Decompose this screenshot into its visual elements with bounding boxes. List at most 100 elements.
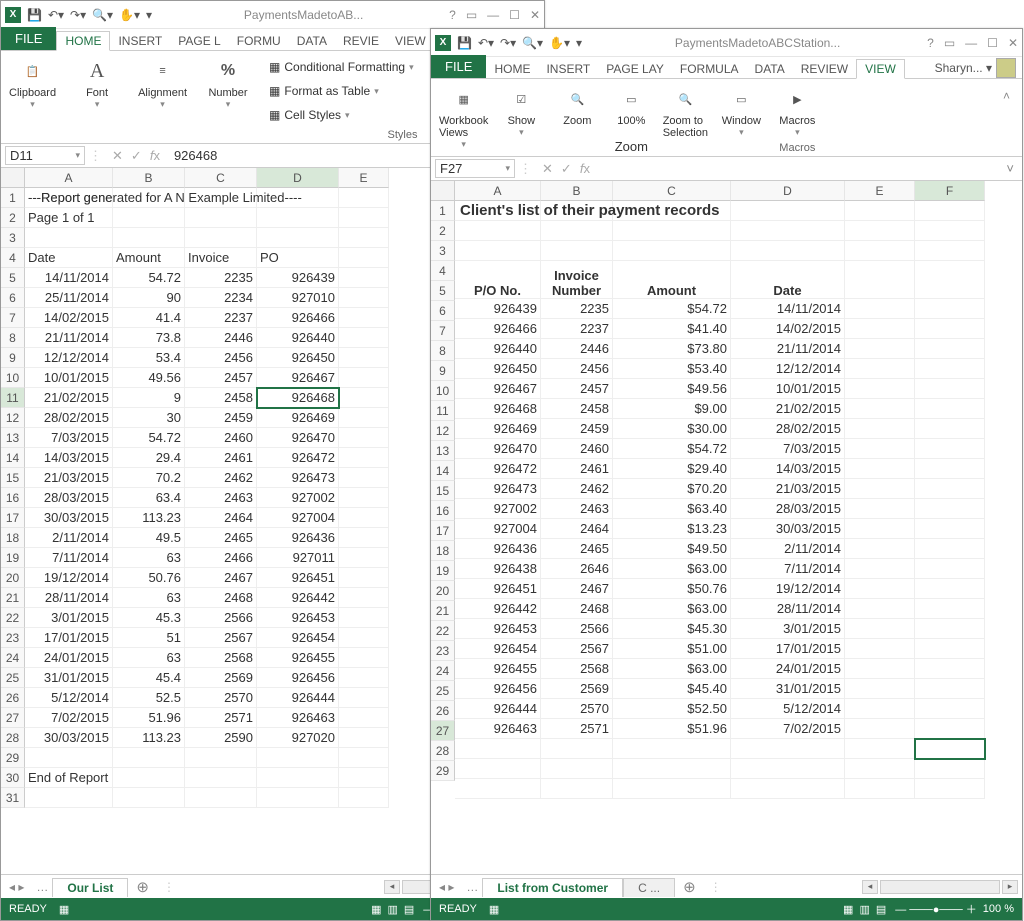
cell[interactable]: 52.5	[113, 688, 185, 708]
cell[interactable]: $30.00	[613, 419, 731, 439]
cell[interactable]: $51.96	[613, 719, 731, 739]
row-header[interactable]: 13	[1, 428, 25, 448]
cell[interactable]: 926469	[455, 419, 541, 439]
cell[interactable]: 2237	[185, 308, 257, 328]
cell[interactable]	[613, 241, 731, 261]
row-header[interactable]: 23	[431, 641, 455, 661]
cell[interactable]	[845, 699, 915, 719]
tab-data[interactable]: DATA	[747, 60, 793, 78]
cell[interactable]	[339, 528, 389, 548]
cell[interactable]	[845, 319, 915, 339]
cell[interactable]: 2457	[185, 368, 257, 388]
cell[interactable]: 28/02/2015	[25, 408, 113, 428]
cell[interactable]: Invoice	[185, 248, 257, 268]
cell[interactable]	[339, 408, 389, 428]
cell[interactable]	[541, 739, 613, 759]
cell[interactable]: $54.72	[613, 439, 731, 459]
cell[interactable]: 2464	[185, 508, 257, 528]
cell[interactable]	[257, 208, 339, 228]
zoom-100-button[interactable]: ▭100%	[608, 85, 654, 139]
cell[interactable]	[339, 348, 389, 368]
enter-formula-icon[interactable]: ✓	[561, 161, 572, 177]
macro-rec-icon[interactable]: ▦	[59, 903, 69, 916]
col-header[interactable]: B	[541, 181, 613, 201]
save-icon[interactable]: 💾	[27, 8, 42, 22]
cell[interactable]	[845, 459, 915, 479]
maximize-icon[interactable]: ☐	[987, 36, 998, 50]
cell[interactable]: 5/12/2014	[731, 699, 845, 719]
cell[interactable]	[455, 201, 541, 221]
cell[interactable]	[915, 599, 985, 619]
row-header[interactable]: 5	[1, 268, 25, 288]
cell[interactable]: 2235	[541, 299, 613, 319]
cell[interactable]: Date	[731, 261, 845, 299]
cell[interactable]: 926438	[455, 559, 541, 579]
cell[interactable]: 50.76	[113, 568, 185, 588]
row-header[interactable]: 14	[431, 461, 455, 481]
cell[interactable]	[339, 268, 389, 288]
redo-icon[interactable]: ↷▾	[70, 8, 86, 22]
cell[interactable]	[845, 519, 915, 539]
tab-view[interactable]: VIEW	[856, 59, 905, 79]
cell[interactable]: 5/12/2014	[25, 688, 113, 708]
cell[interactable]: 28/02/2015	[731, 419, 845, 439]
row-header[interactable]: 4	[1, 248, 25, 268]
cell[interactable]: 7/03/2015	[25, 428, 113, 448]
cell[interactable]: 14/02/2015	[731, 319, 845, 339]
cell[interactable]	[25, 748, 113, 768]
cell[interactable]: 51	[113, 628, 185, 648]
cell[interactable]	[915, 339, 985, 359]
cell[interactable]	[185, 188, 257, 208]
cell[interactable]	[339, 688, 389, 708]
cell[interactable]	[541, 221, 613, 241]
cell[interactable]: 2237	[541, 319, 613, 339]
view-buttons[interactable]: ▦▥▤	[840, 903, 889, 916]
cell[interactable]	[339, 768, 389, 788]
row-header[interactable]: 27	[1, 708, 25, 728]
cell[interactable]	[185, 228, 257, 248]
cell[interactable]	[339, 548, 389, 568]
cell[interactable]	[113, 768, 185, 788]
cell[interactable]	[915, 479, 985, 499]
cell[interactable]	[339, 568, 389, 588]
cell[interactable]	[845, 619, 915, 639]
cell[interactable]: 7/11/2014	[25, 548, 113, 568]
cell[interactable]: 113.23	[113, 508, 185, 528]
cell[interactable]: 2458	[185, 388, 257, 408]
cell[interactable]	[25, 228, 113, 248]
cell[interactable]: Page 1 of 1	[25, 208, 113, 228]
cell[interactable]: $13.23	[613, 519, 731, 539]
row-header[interactable]: 18	[431, 541, 455, 561]
row-header[interactable]: 21	[1, 588, 25, 608]
cell[interactable]	[541, 759, 613, 779]
minimize-icon[interactable]: —	[965, 36, 977, 50]
row-header[interactable]: 17	[431, 521, 455, 541]
col-header[interactable]: A	[25, 168, 113, 188]
cell[interactable]: 2458	[541, 399, 613, 419]
cell[interactable]: 2461	[541, 459, 613, 479]
cell[interactable]: 926450	[455, 359, 541, 379]
cell[interactable]: 927004	[257, 508, 339, 528]
row-header[interactable]: 7	[431, 321, 455, 341]
cell[interactable]: Amount	[113, 248, 185, 268]
cell[interactable]	[257, 228, 339, 248]
cell[interactable]: 926472	[455, 459, 541, 479]
new-sheet-button[interactable]: ⊕	[675, 878, 704, 896]
row-header[interactable]: 2	[1, 208, 25, 228]
help-icon[interactable]: ?	[449, 8, 456, 22]
row-header[interactable]: 21	[431, 601, 455, 621]
cell[interactable]	[257, 768, 339, 788]
row-header[interactable]: 11	[431, 401, 455, 421]
cell[interactable]	[915, 359, 985, 379]
cell[interactable]	[25, 788, 113, 808]
row-header[interactable]: 1	[431, 201, 455, 221]
cell[interactable]	[185, 208, 257, 228]
cell[interactable]: $51.00	[613, 639, 731, 659]
cell[interactable]: 2569	[185, 668, 257, 688]
row-header[interactable]: 14	[1, 448, 25, 468]
tab-insert[interactable]: INSERT	[110, 32, 170, 50]
cell[interactable]: 24/01/2015	[731, 659, 845, 679]
cell[interactable]	[339, 508, 389, 528]
cell[interactable]: 73.8	[113, 328, 185, 348]
row-header[interactable]: 28	[1, 728, 25, 748]
